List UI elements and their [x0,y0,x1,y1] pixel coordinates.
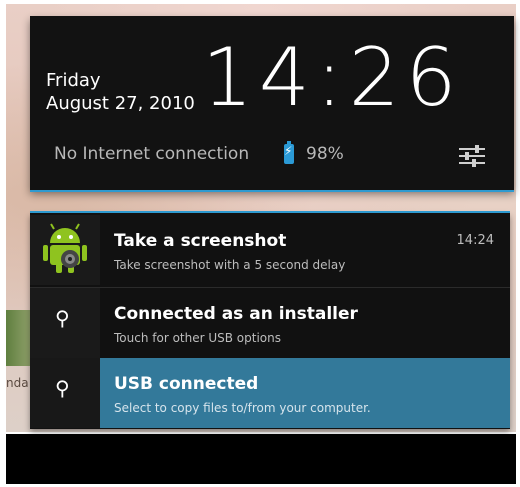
connection-status: No Internet connection [54,144,250,164]
bottom-bar [6,434,516,484]
notification-title: USB connected [114,374,259,394]
usb-icon: ⚲ [55,376,70,400]
notification-subtitle: Touch for other USB options [114,331,281,345]
notification-subtitle: Select to copy files to/from your comput… [114,401,371,415]
notification-subtitle: Take screenshot with a 5 second delay [114,258,346,272]
notification-screenshot[interactable]: Take a screenshot Take screenshot with a… [30,215,510,285]
notification-icon-cell [30,215,100,285]
usb-icon: ⚲ [55,306,70,330]
notification-usb-connected[interactable]: ⚲ USB connected Select to copy files to/… [30,358,510,428]
notification-installer[interactable]: ⚲ Connected as an installer Touch for ot… [30,287,510,358]
battery-charging-icon [284,141,294,164]
notification-title: Take a screenshot [114,231,287,251]
status-panel: Friday August 27, 2010 14:26 No Internet… [30,16,514,190]
clock: 14:26 [202,31,463,124]
notification-time: 14:24 [456,233,494,248]
desktop-app-label: nda [6,376,29,390]
notification-title: Connected as an installer [114,304,358,324]
day-label: Friday [46,70,101,91]
notification-icon-cell: ⚲ [30,358,100,428]
date-label: August 27, 2010 [46,93,195,114]
notification-panel: Take a screenshot Take screenshot with a… [30,213,510,429]
notification-icon-cell: ⚲ [30,288,100,358]
battery-level: 98% [306,144,344,164]
settings-sliders-icon[interactable] [457,144,487,168]
android-robot-icon [43,223,87,273]
desktop-app-icon[interactable] [6,310,30,366]
